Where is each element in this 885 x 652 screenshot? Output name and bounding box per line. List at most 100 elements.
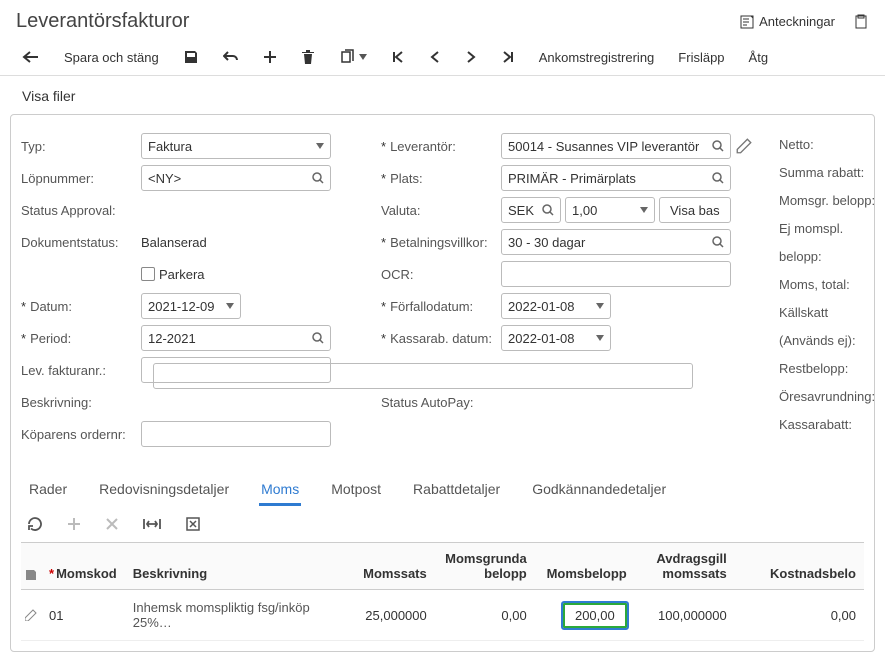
valuta-label: Valuta: — [381, 203, 501, 218]
chevron-down-icon — [359, 54, 367, 60]
edit-icon[interactable] — [735, 137, 753, 155]
kassarab-datum-label: Kassarab. datum: — [381, 331, 501, 346]
search-icon — [712, 236, 724, 248]
grid-add-button[interactable] — [67, 517, 81, 531]
cell-kostnadsbelo[interactable]: 0,00 — [735, 590, 864, 641]
fit-columns-button[interactable] — [143, 517, 161, 531]
lev-fakturanr-label: Lev. fakturanr.: — [21, 363, 141, 378]
cell-momsbelopp[interactable]: 200,00 — [535, 590, 635, 641]
betalningsvillkor-input[interactable]: 30 - 30 dagar — [501, 229, 731, 255]
forfallodatum-value: 2022-01-08 — [508, 299, 575, 314]
release-button[interactable]: Frisläpp — [678, 50, 724, 65]
beskrivning-input[interactable] — [153, 363, 693, 389]
grid-delete-button[interactable] — [105, 517, 119, 531]
kassarab-datum-input[interactable]: 2022-01-08 — [501, 325, 611, 351]
typ-value: Faktura — [148, 139, 192, 154]
cell-avdragsgill-momssats[interactable]: 100,000000 — [635, 590, 735, 641]
status-approval-label: Status Approval: — [21, 203, 141, 218]
prev-button[interactable] — [429, 50, 441, 64]
koparens-ordernr-input[interactable] — [141, 421, 331, 447]
th-momskod[interactable]: *Momskod — [41, 543, 125, 590]
tab-moms[interactable]: Moms — [259, 475, 301, 506]
copy-icon — [339, 49, 355, 65]
cell-momssats[interactable]: 25,000000 — [345, 590, 435, 641]
kallskatt-label: Källskatt (Används ej): — [779, 299, 875, 355]
tab-godkannande[interactable]: Godkännandedetaljer — [530, 475, 668, 506]
first-icon — [391, 50, 405, 64]
th-beskrivning[interactable]: Beskrivning — [125, 543, 345, 590]
last-icon — [501, 50, 515, 64]
grid-header-selector[interactable] — [21, 543, 41, 590]
datum-input[interactable]: 2021-12-09 — [141, 293, 241, 319]
tab-rader[interactable]: Rader — [27, 475, 69, 506]
last-button[interactable] — [501, 50, 515, 64]
typ-label: Typ: — [21, 139, 141, 154]
release-label: Frisläpp — [678, 50, 724, 65]
cell-momskod[interactable]: 01 — [41, 590, 125, 641]
undo-icon — [223, 50, 239, 64]
notes-link[interactable]: Anteckningar — [739, 14, 835, 30]
pencil-icon — [25, 609, 37, 621]
cell-beskrivning[interactable]: Inhemsk momspliktig fsg/inköp 25%… — [125, 590, 345, 641]
dokumentstatus-label: Dokumentstatus: — [21, 235, 141, 250]
back-button[interactable] — [22, 50, 40, 64]
plats-value: PRIMÄR - Primärplats — [508, 171, 636, 186]
leverantor-input[interactable]: 50014 - Susannes VIP leverantör — [501, 133, 731, 159]
ocr-label: OCR: — [381, 267, 501, 282]
period-input[interactable]: 12-2021 — [141, 325, 331, 351]
leverantor-label: Leverantör: — [381, 139, 501, 154]
save-button[interactable] — [183, 49, 199, 65]
th-momsgrunda-belopp[interactable]: Momsgrunda belopp — [435, 543, 535, 590]
visa-bas-label: Visa bas — [670, 203, 720, 218]
header-icon-2[interactable] — [853, 14, 869, 30]
notes-label: Anteckningar — [759, 14, 835, 29]
parkera-label: Parkera — [159, 267, 205, 282]
next-button[interactable] — [465, 50, 477, 64]
cell-momsbelopp-value: 200,00 — [563, 603, 627, 628]
next-icon — [465, 50, 477, 64]
save-close-button[interactable]: Spara och stäng — [64, 50, 159, 65]
lopnummer-label: Löpnummer: — [21, 171, 141, 186]
visa-bas-button[interactable]: Visa bas — [659, 197, 731, 223]
ej-momspl-belopp-label: Ej momspl. belopp: — [779, 215, 875, 271]
th-kostnadsbelo[interactable]: Kostnadsbelo — [735, 543, 864, 590]
parkera-checkbox[interactable] — [141, 267, 155, 281]
lopnummer-input[interactable]: <NY> — [141, 165, 331, 191]
kassarab-datum-value: 2022-01-08 — [508, 331, 575, 346]
th-avdragsgill-momssats[interactable]: Avdragsgill momssats — [635, 543, 735, 590]
table-row[interactable]: 01 Inhemsk momspliktig fsg/inköp 25%… 25… — [21, 590, 864, 641]
actions-button[interactable]: Åtg — [749, 50, 769, 65]
search-icon — [312, 332, 324, 344]
tab-redovisning[interactable]: Redovisningsdetaljer — [97, 475, 231, 506]
beskrivning-label: Beskrivning: — [21, 395, 141, 410]
dokumentstatus-value: Balanserad — [141, 235, 207, 250]
th-momssats[interactable]: Momssats — [345, 543, 435, 590]
tab-rabatt[interactable]: Rabattdetaljer — [411, 475, 502, 506]
add-button[interactable] — [263, 50, 277, 64]
search-icon — [312, 172, 324, 184]
datum-label: Datum: — [21, 299, 141, 314]
search-icon — [712, 172, 724, 184]
typ-select[interactable]: Faktura — [141, 133, 331, 159]
plats-input[interactable]: PRIMÄR - Primärplats — [501, 165, 731, 191]
export-button[interactable] — [185, 516, 201, 532]
fit-width-icon — [143, 517, 161, 531]
refresh-icon — [27, 516, 43, 532]
valuta-input[interactable]: SEK — [501, 197, 561, 223]
valuta-rate-input[interactable]: 1,00 — [565, 197, 655, 223]
netto-label: Netto: — [779, 131, 875, 159]
cell-momsgrunda-belopp[interactable]: 0,00 — [435, 590, 535, 641]
delete-button[interactable] — [301, 49, 315, 65]
copy-button[interactable] — [339, 49, 367, 65]
back-arrow-icon — [22, 50, 40, 64]
ocr-input[interactable] — [501, 261, 731, 287]
th-momsbelopp[interactable]: Momsbelopp — [535, 543, 635, 590]
refresh-button[interactable] — [27, 516, 43, 532]
arrival-reg-button[interactable]: Ankomstregistrering — [539, 50, 655, 65]
row-edit-indicator[interactable] — [21, 590, 41, 641]
show-files-link[interactable]: Visa filer — [22, 88, 75, 104]
first-button[interactable] — [391, 50, 405, 64]
undo-button[interactable] — [223, 50, 239, 64]
tab-motpost[interactable]: Motpost — [329, 475, 383, 506]
forfallodatum-input[interactable]: 2022-01-08 — [501, 293, 611, 319]
